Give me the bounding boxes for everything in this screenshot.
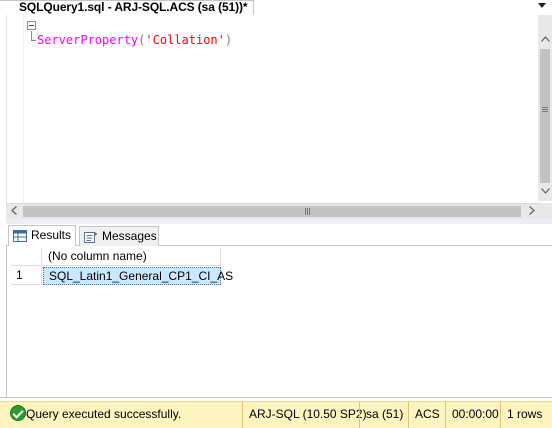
success-check-icon bbox=[10, 405, 26, 421]
status-message: Query executed successfully. bbox=[5, 402, 181, 428]
sql-query-window: SQLQuery1.sql - ARJ-SQL.ACS (sa (51))* S… bbox=[0, 0, 552, 428]
messages-icon bbox=[84, 230, 98, 243]
editor-vertical-scrollbar[interactable] bbox=[538, 15, 552, 201]
row-header[interactable]: 1 bbox=[11, 267, 42, 285]
tab-messages-label: Messages bbox=[102, 229, 157, 243]
outline-line bbox=[31, 31, 32, 40]
grid-corner-cell[interactable] bbox=[11, 248, 42, 266]
scroll-grip-icon bbox=[542, 107, 548, 108]
horizontal-scroll-thumb[interactable] bbox=[23, 206, 521, 217]
document-tab-bar: SQLQuery1.sql - ARJ-SQL.ACS (sa (51))* bbox=[0, 0, 552, 15]
editor-horizontal-scrollbar[interactable] bbox=[6, 203, 540, 219]
collapse-toggle-icon[interactable] bbox=[27, 21, 36, 30]
status-row-count: 1 rows bbox=[500, 402, 552, 428]
results-grid[interactable]: (No column name) 1 SQL_Latin1_General_CP… bbox=[6, 246, 552, 397]
status-bar: Query executed successfully. ARJ-SQL (10… bbox=[0, 401, 552, 428]
scroll-down-icon[interactable] bbox=[538, 185, 552, 199]
tab-results[interactable]: Results bbox=[8, 225, 76, 246]
scroll-left-icon[interactable] bbox=[6, 204, 22, 220]
document-tab[interactable]: SQLQuery1.sql - ARJ-SQL.ACS (sa (51))* bbox=[0, 0, 255, 15]
scroll-right-icon[interactable] bbox=[524, 204, 540, 220]
code-function-token: ServerProperty bbox=[37, 33, 139, 47]
scroll-up-icon[interactable] bbox=[538, 33, 552, 47]
code-close-paren: ) bbox=[224, 33, 233, 47]
result-cell[interactable]: SQL_Latin1_General_CP1_CI_AS bbox=[43, 267, 233, 285]
vertical-scroll-thumb[interactable] bbox=[540, 49, 550, 183]
status-message-text: Query executed successfully. bbox=[26, 407, 182, 421]
results-tab-strip: Results Messages bbox=[6, 224, 552, 246]
code-line-1[interactable]: ServerProperty('Collation') bbox=[37, 33, 232, 47]
chevron-down-icon[interactable] bbox=[538, 3, 546, 8]
status-user: sa (51) bbox=[359, 402, 407, 428]
tab-messages[interactable]: Messages bbox=[79, 226, 159, 246]
status-server: ARJ-SQL (10.50 SP2) bbox=[242, 402, 367, 428]
grid-icon bbox=[13, 229, 27, 242]
status-elapsed-time: 00:00:00 bbox=[445, 402, 499, 428]
status-database: ACS bbox=[408, 402, 444, 428]
query-editor[interactable]: ServerProperty('Collation') bbox=[6, 15, 552, 204]
scrollbar-corner bbox=[540, 203, 552, 219]
outline-foot bbox=[31, 40, 36, 41]
document-tab-title: SQLQuery1.sql - ARJ-SQL.ACS (sa (51))* bbox=[19, 0, 248, 14]
tab-results-label: Results bbox=[31, 228, 72, 242]
scroll-grip-icon bbox=[305, 208, 306, 215]
code-string-token: 'Collation' bbox=[145, 33, 225, 47]
column-header[interactable]: (No column name) bbox=[43, 248, 221, 266]
editor-gutter bbox=[7, 15, 24, 203]
